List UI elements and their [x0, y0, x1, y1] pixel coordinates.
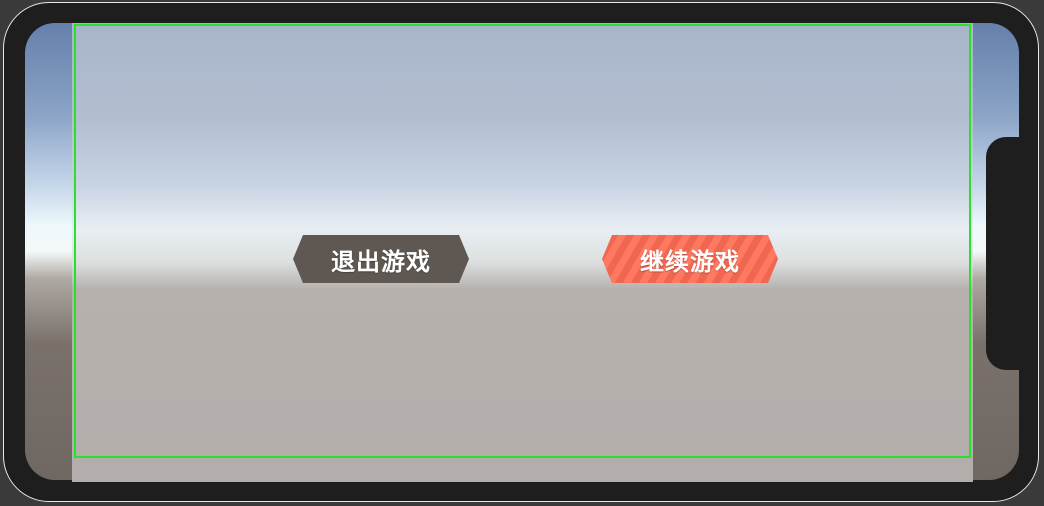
- continue-game-button[interactable]: 继续游戏: [602, 235, 778, 283]
- device-notch: [986, 137, 1026, 370]
- exit-game-button[interactable]: 退出游戏: [293, 235, 469, 283]
- continue-game-label: 继续游戏: [640, 247, 740, 276]
- exit-game-label: 退出游戏: [331, 247, 431, 276]
- game-view: [72, 23, 973, 482]
